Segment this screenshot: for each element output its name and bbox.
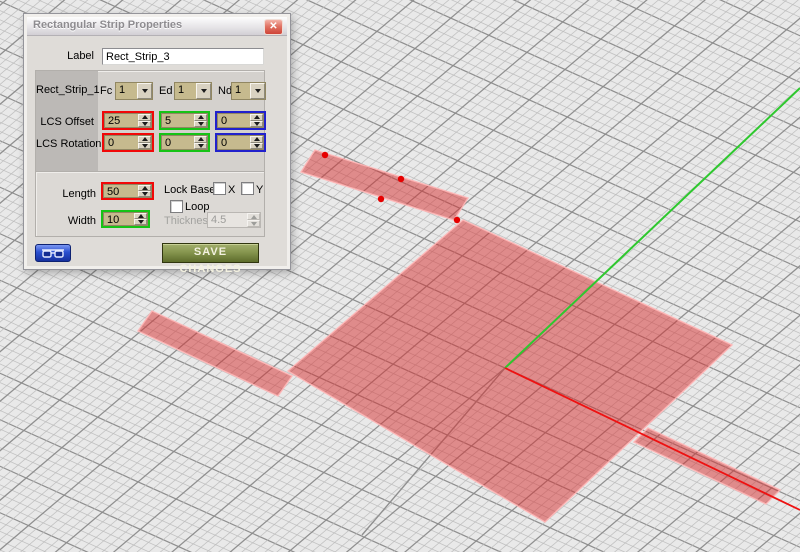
lcs-rotation-y-wrap: 0 <box>159 133 210 152</box>
spin-up-icon <box>247 213 260 220</box>
thickness-stepper: 4.5 <box>207 212 261 228</box>
vertex-dot[interactable] <box>322 152 328 158</box>
width-stepper[interactable]: 10 <box>103 212 148 226</box>
lcs-offset-y-wrap: 5 <box>159 111 210 130</box>
lcs-offset-y-stepper[interactable]: 5 <box>161 113 208 128</box>
lock-y-checkbox[interactable] <box>241 182 254 195</box>
grid-line-a <box>0 420 800 552</box>
ed-label: Ed <box>159 85 172 97</box>
nd-value: 1 <box>232 83 250 99</box>
ed-value: 1 <box>175 83 196 99</box>
spin-down-icon[interactable] <box>194 121 207 128</box>
loop-checkbox[interactable] <box>170 200 183 213</box>
loop-label: Loop <box>185 201 209 213</box>
fc-label: Fc <box>100 85 112 97</box>
grid-line-a <box>0 485 800 552</box>
strip-name-label: Rect_Strip_1 <box>36 84 94 96</box>
nd-combo[interactable]: 1 <box>231 82 266 100</box>
length-stepper[interactable]: 50 <box>103 184 152 198</box>
chevron-down-icon[interactable] <box>196 83 211 99</box>
lcs-rotation-y-value: 0 <box>162 136 194 149</box>
lcs-offset-x-wrap: 25 <box>102 111 154 130</box>
chevron-down-icon[interactable] <box>137 83 152 99</box>
fc-combo[interactable]: 1 <box>115 82 153 100</box>
lcs-rotation-z-value: 0 <box>218 136 250 149</box>
width-value: 10 <box>104 213 134 225</box>
lock-base-label: Lock Base <box>164 184 215 196</box>
glasses-icon <box>41 248 65 259</box>
chevron-down-icon[interactable] <box>250 83 265 99</box>
grid-line-a-major <box>0 457 800 552</box>
spin-down-icon[interactable] <box>138 191 151 197</box>
lcs-group: Rect_Strip_1 Fc 1 Ed 1 Nd 1 LCS Offset 2… <box>35 70 265 173</box>
ed-combo[interactable]: 1 <box>174 82 212 100</box>
spin-down-icon[interactable] <box>138 143 151 150</box>
dimensions-group: Length 50 Lock Base X Y Loop Width 10 Th… <box>35 171 265 237</box>
lcs-rotation-label: LCS Rotation <box>36 138 94 150</box>
lcs-offset-y-value: 5 <box>162 114 194 127</box>
label-field-caption: Label <box>54 50 94 62</box>
dialog-title: Rectangular Strip Properties <box>33 19 182 31</box>
spin-down-icon[interactable] <box>250 121 263 128</box>
lcs-rotation-y-stepper[interactable]: 0 <box>161 135 208 150</box>
vertex-dot[interactable] <box>454 217 460 223</box>
lcs-offset-z-stepper[interactable]: 0 <box>217 113 264 128</box>
close-icon[interactable]: ✕ <box>264 19 283 35</box>
vertex-dot[interactable] <box>398 176 404 182</box>
grid-line-a <box>0 494 800 552</box>
lcs-rotation-x-wrap: 0 <box>102 133 154 152</box>
dialog-titlebar[interactable]: Rectangular Strip Properties <box>27 17 287 36</box>
lock-x-checkbox[interactable] <box>213 182 226 195</box>
spin-down-icon <box>247 220 260 227</box>
rect-strip-properties-dialog: Rectangular Strip Properties ✕ Label Rec… <box>23 13 291 270</box>
lcs-rotation-z-wrap: 0 <box>215 133 266 152</box>
spin-down-icon[interactable] <box>134 219 147 225</box>
nd-label: Nd <box>218 85 232 97</box>
lcs-rotation-x-value: 0 <box>105 136 138 149</box>
save-changes-button[interactable]: SAVE CHANGES <box>162 243 259 263</box>
lcs-offset-x-stepper[interactable]: 25 <box>104 113 152 128</box>
lcs-rotation-x-stepper[interactable]: 0 <box>104 135 152 150</box>
lock-x-label: X <box>228 184 235 196</box>
width-wrap: 10 <box>101 210 150 228</box>
spin-down-icon[interactable] <box>194 143 207 150</box>
vertex-dot[interactable] <box>378 196 384 202</box>
lock-y-label: Y <box>256 184 263 196</box>
length-value: 50 <box>104 185 138 197</box>
grid-line-b <box>0 457 800 552</box>
length-label: Length <box>36 188 96 200</box>
grid-line-b <box>0 506 800 552</box>
spin-down-icon[interactable] <box>138 121 151 128</box>
lcs-offset-label: LCS Offset <box>36 116 94 128</box>
view-button[interactable] <box>35 244 71 262</box>
lcs-rotation-z-stepper[interactable]: 0 <box>217 135 264 150</box>
thickness-value: 4.5 <box>208 213 247 227</box>
lcs-offset-x-value: 25 <box>105 114 138 127</box>
fc-value: 1 <box>116 83 137 99</box>
label-input[interactable] <box>102 48 264 65</box>
width-label: Width <box>36 215 96 227</box>
lcs-offset-z-value: 0 <box>218 114 250 127</box>
spin-down-icon[interactable] <box>250 143 263 150</box>
lcs-offset-z-wrap: 0 <box>215 111 266 130</box>
length-wrap: 50 <box>101 182 154 200</box>
